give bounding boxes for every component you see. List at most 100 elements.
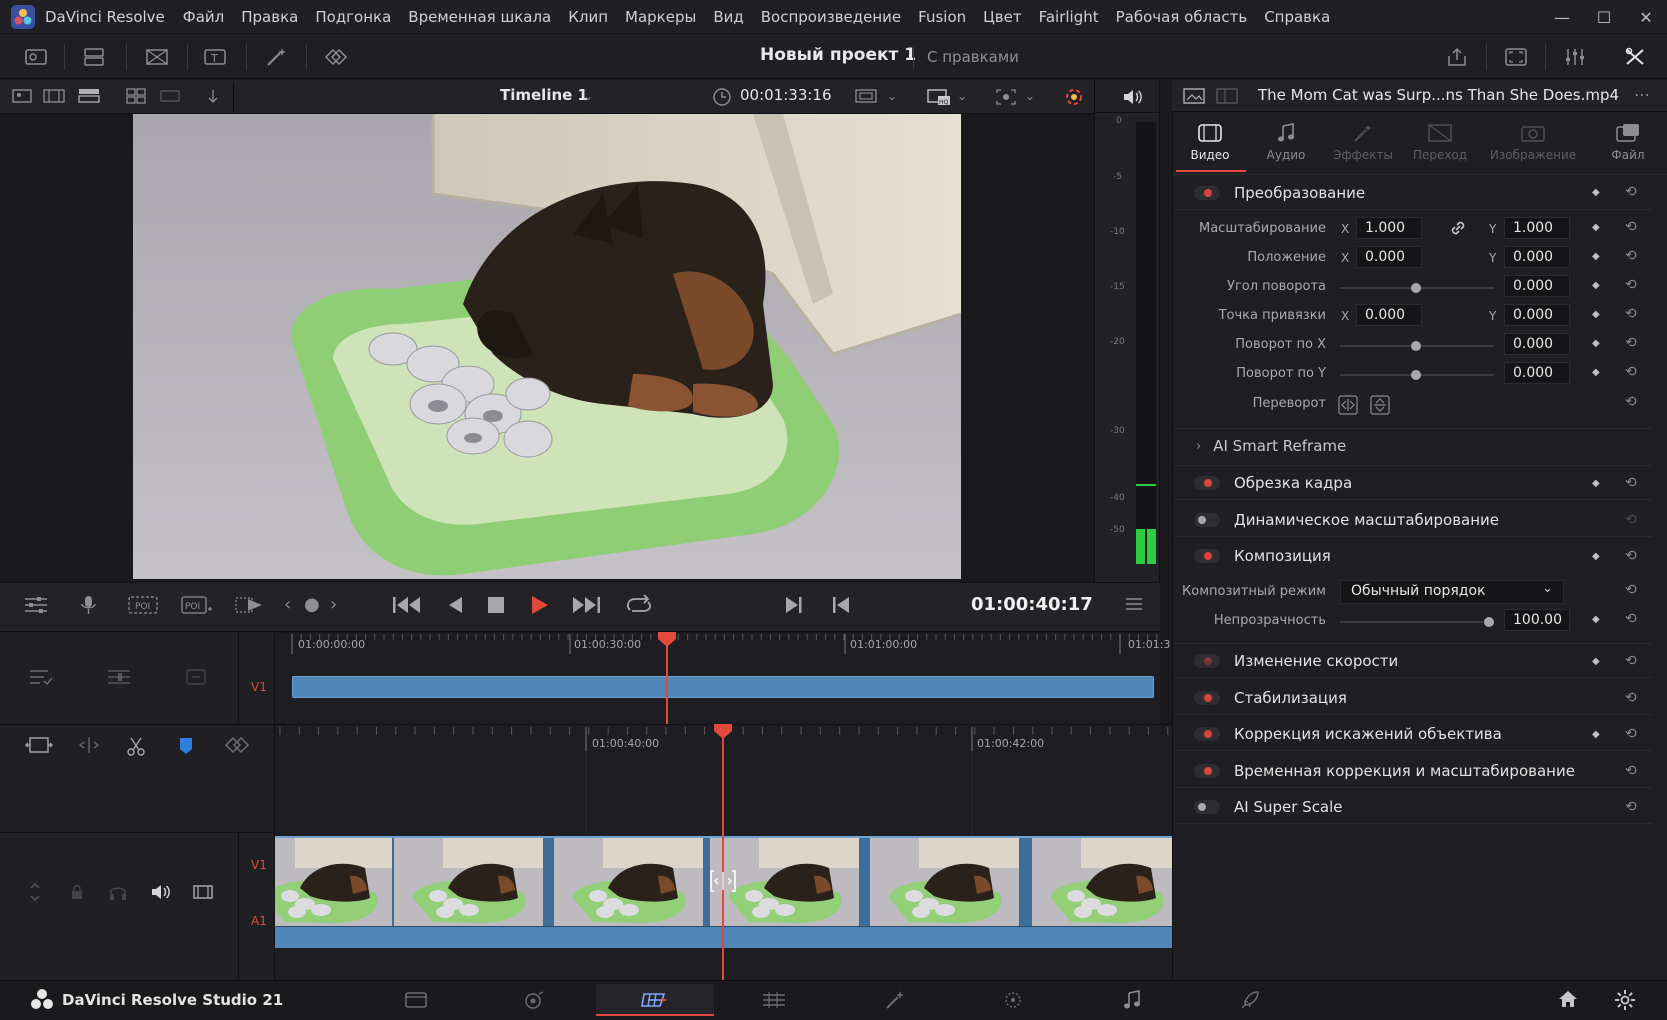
menu-color[interactable]: Цвет bbox=[983, 8, 1021, 26]
audio-sync-icon[interactable] bbox=[223, 735, 251, 755]
keyframe-icon[interactable]: ◆ bbox=[1592, 309, 1600, 320]
keyframe-icon[interactable]: ◆ bbox=[1592, 251, 1600, 262]
video-track-toggle-icon[interactable] bbox=[192, 882, 214, 902]
section-retime-scaling[interactable]: Временная коррекция и масштабирование bbox=[1174, 754, 1652, 788]
composite-mode-select[interactable]: Обычный порядок ⌄ bbox=[1340, 580, 1564, 604]
playback-resolution-icon[interactable]: HQ bbox=[927, 88, 951, 106]
section-dynamic-zoom[interactable]: Динамическое масштабирование bbox=[1174, 503, 1652, 537]
clip-view-icon[interactable] bbox=[12, 88, 32, 104]
prev-marker-icon[interactable]: ‹ bbox=[284, 596, 291, 614]
fullscreen-icon[interactable] bbox=[1501, 44, 1531, 70]
yaw-slider[interactable] bbox=[1340, 370, 1494, 380]
reset-icon[interactable]: ⟲ bbox=[1625, 394, 1637, 410]
play-around-icon[interactable] bbox=[234, 594, 264, 616]
tab-image[interactable]: Изображение bbox=[1490, 118, 1576, 172]
play-button[interactable] bbox=[528, 594, 550, 616]
reset-icon[interactable]: ⟲ bbox=[1625, 219, 1637, 235]
menu-edit[interactable]: Правка bbox=[241, 8, 298, 26]
list-view-icon[interactable] bbox=[78, 88, 100, 104]
keyframe-icon[interactable]: ◆ bbox=[1592, 614, 1600, 625]
viewer-timecode[interactable]: 00:01:33:16 bbox=[740, 86, 832, 104]
super-scale-enable-toggle[interactable] bbox=[1194, 799, 1220, 814]
menu-view[interactable]: Вид bbox=[713, 8, 743, 26]
section-speed-change[interactable]: Изменение скорости bbox=[1174, 644, 1652, 678]
mute-speaker-icon[interactable] bbox=[150, 882, 172, 902]
safe-area-icon[interactable] bbox=[995, 88, 1017, 106]
flip-vertical-icon[interactable] bbox=[1370, 395, 1390, 415]
menu-help[interactable]: Справка bbox=[1264, 8, 1330, 26]
grid-view-icon[interactable] bbox=[126, 88, 146, 104]
dynamic-zoom-enable-toggle[interactable] bbox=[1194, 512, 1220, 527]
menu-timeline[interactable]: Временная шкала bbox=[408, 8, 551, 26]
reverse-play-button[interactable] bbox=[445, 594, 465, 616]
menu-file[interactable]: Файл bbox=[183, 8, 224, 26]
chevron-down-icon[interactable]: ⌄ bbox=[583, 90, 593, 102]
reset-icon[interactable]: ⟲ bbox=[1625, 653, 1637, 669]
loop-button[interactable] bbox=[624, 594, 654, 616]
timeline-view-options-icon[interactable] bbox=[28, 667, 54, 687]
reset-icon[interactable]: ⟲ bbox=[1625, 611, 1637, 627]
section-cropping[interactable]: Обрезка кадра bbox=[1174, 466, 1652, 500]
reset-icon[interactable]: ⟲ bbox=[1625, 364, 1637, 380]
next-marker-icon[interactable]: › bbox=[330, 596, 337, 614]
keyframe-icon[interactable]: ◆ bbox=[1592, 729, 1600, 740]
mark-in-button[interactable] bbox=[783, 594, 805, 616]
section-stabilization[interactable]: Стабилизация bbox=[1174, 681, 1652, 715]
color-wheel-icon[interactable] bbox=[1063, 86, 1085, 108]
tab-audio[interactable]: Аудио bbox=[1248, 118, 1324, 172]
chevron-down-icon[interactable]: ⌄ bbox=[1025, 90, 1035, 102]
zoom-x-input[interactable]: 1.000 bbox=[1356, 217, 1422, 239]
transitions-icon[interactable] bbox=[142, 44, 172, 70]
keyframe-icon[interactable]: ◆ bbox=[1592, 222, 1600, 233]
menu-playback[interactable]: Воспроизведение bbox=[761, 8, 901, 26]
blade-scissors-icon[interactable] bbox=[125, 735, 147, 757]
chevron-down-icon[interactable]: ⌄ bbox=[957, 90, 967, 102]
rotation-input[interactable]: 0.000 bbox=[1504, 275, 1570, 297]
opacity-input[interactable]: 100.00 bbox=[1504, 609, 1570, 631]
tab-file[interactable]: Файл bbox=[1590, 118, 1666, 172]
reset-icon[interactable]: ⟲ bbox=[1625, 582, 1637, 598]
upper-video-clip[interactable] bbox=[292, 676, 1154, 698]
page-fusion[interactable] bbox=[715, 984, 833, 1016]
inspector-toggle-icon[interactable] bbox=[1620, 44, 1650, 70]
menu-trim[interactable]: Подгонка bbox=[315, 8, 391, 26]
strip-view-icon[interactable] bbox=[160, 88, 180, 104]
lower-playhead-handle-icon[interactable] bbox=[713, 724, 733, 740]
reset-icon[interactable]: ⟲ bbox=[1625, 799, 1637, 815]
slider-knob[interactable] bbox=[1411, 341, 1421, 351]
position-y-input[interactable]: 0.000 bbox=[1504, 246, 1570, 268]
keyframe-icon[interactable]: ◆ bbox=[1592, 187, 1600, 198]
reset-icon[interactable]: ⟲ bbox=[1625, 184, 1637, 200]
effects-wand-icon[interactable] bbox=[262, 44, 292, 70]
flip-horizontal-icon[interactable] bbox=[1338, 395, 1358, 415]
reset-icon[interactable]: ⟲ bbox=[1625, 335, 1637, 351]
stop-button[interactable] bbox=[486, 595, 506, 615]
pitch-input[interactable]: 0.000 bbox=[1504, 333, 1570, 355]
section-lens-correction[interactable]: Коррекция искажений объектива bbox=[1174, 717, 1652, 751]
sound-library-icon[interactable] bbox=[321, 44, 351, 70]
lower-playhead[interactable] bbox=[722, 724, 724, 980]
home-icon[interactable] bbox=[1557, 989, 1579, 1009]
maximize-icon[interactable]: ☐ bbox=[1583, 0, 1625, 34]
section-composite[interactable]: Композиция bbox=[1174, 539, 1652, 573]
reset-icon[interactable]: ⟲ bbox=[1625, 248, 1637, 264]
marker-flag-icon[interactable] bbox=[177, 735, 195, 757]
tab-video[interactable]: Видео bbox=[1172, 118, 1248, 172]
keyframe-icon[interactable]: ◆ bbox=[1592, 656, 1600, 667]
cropping-enable-toggle[interactable] bbox=[1194, 475, 1220, 490]
slider-knob[interactable] bbox=[1484, 617, 1494, 627]
composite-enable-toggle[interactable] bbox=[1194, 549, 1220, 563]
more-options-icon[interactable]: ⋯ bbox=[1634, 87, 1650, 103]
section-super-scale[interactable]: AI Super Scale bbox=[1174, 790, 1652, 824]
keyframe-icon[interactable]: ◆ bbox=[1592, 551, 1600, 562]
settings-gear-icon[interactable] bbox=[1614, 989, 1636, 1011]
reset-icon[interactable]: ⟲ bbox=[1625, 726, 1637, 742]
page-edit[interactable] bbox=[596, 984, 714, 1016]
anchor-y-input[interactable]: 0.000 bbox=[1504, 304, 1570, 326]
section-transform[interactable]: Преобразование bbox=[1174, 176, 1652, 210]
reset-icon[interactable]: ⟲ bbox=[1625, 690, 1637, 706]
marker-dot-icon[interactable]: ● bbox=[304, 596, 320, 614]
voiceover-microphone-icon[interactable] bbox=[78, 594, 102, 616]
go-to-start-button[interactable] bbox=[391, 594, 423, 616]
solo-headphones-icon[interactable] bbox=[108, 882, 128, 902]
